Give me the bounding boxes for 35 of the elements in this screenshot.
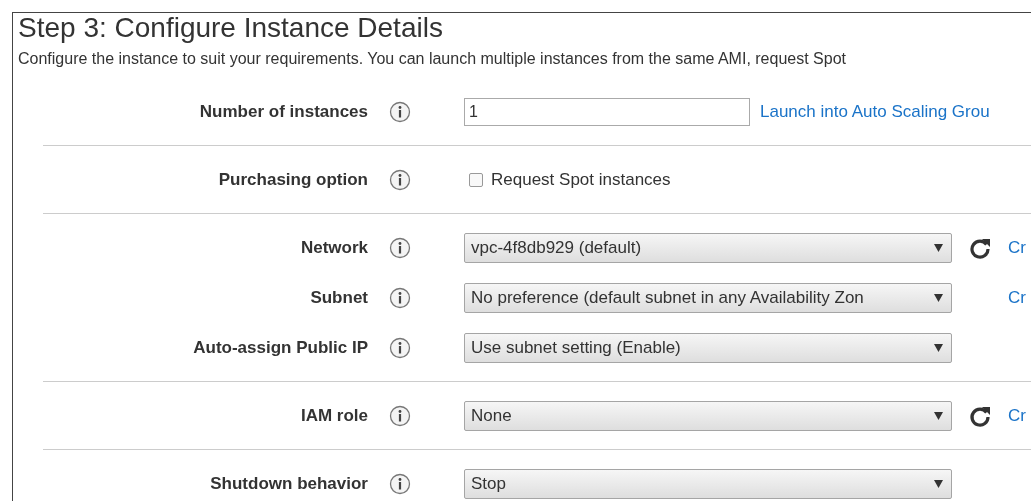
page-title: Step 3: Configure Instance Details [18, 13, 444, 43]
dropdown[interactable]: No preference (default subnet in any Availability Zon [464, 283, 952, 313]
caret-icon [934, 344, 943, 352]
info-icon [389, 287, 411, 309]
field-label: IAM role [299, 406, 368, 426]
description-text: Configure the instance to suit your requirements. You can launch multiple instances from the same AMI, request Spot [18, 49, 847, 69]
refresh-icon [968, 404, 992, 428]
field-label: Subnet [309, 288, 368, 308]
caret-icon [934, 294, 943, 302]
caret-icon [934, 480, 943, 488]
refresh-icon [968, 236, 992, 260]
dropdown[interactable]: Use subnet setting (Enable) [464, 333, 952, 363]
field-label: Auto-assign Public IP [192, 338, 368, 358]
dropdown[interactable]: Stop [464, 469, 952, 499]
number-input[interactable]: 1 [464, 98, 750, 126]
caret-icon [934, 244, 943, 252]
link[interactable]: Cr [1008, 238, 1026, 258]
checkbox-label: Request Spot instances [491, 170, 671, 190]
field-label: Number of instances [198, 102, 368, 122]
dropdown[interactable]: None [464, 401, 952, 431]
info-icon [389, 405, 411, 427]
link[interactable]: Cr [1008, 288, 1026, 308]
info-icon [389, 337, 411, 359]
info-icon [389, 101, 411, 123]
dropdown[interactable]: vpc-4f8db929 (default) [464, 233, 952, 263]
caret-icon [934, 412, 943, 420]
field-label: Network [299, 238, 368, 258]
info-icon [389, 237, 411, 259]
checkbox[interactable] [469, 173, 483, 187]
info-icon [389, 473, 411, 495]
field-label: Purchasing option [217, 170, 368, 190]
field-label: Shutdown behavior [209, 474, 368, 494]
info-icon [389, 169, 411, 191]
link[interactable]: Launch into Auto Scaling Grou [760, 102, 990, 122]
link[interactable]: Cr [1008, 406, 1026, 426]
